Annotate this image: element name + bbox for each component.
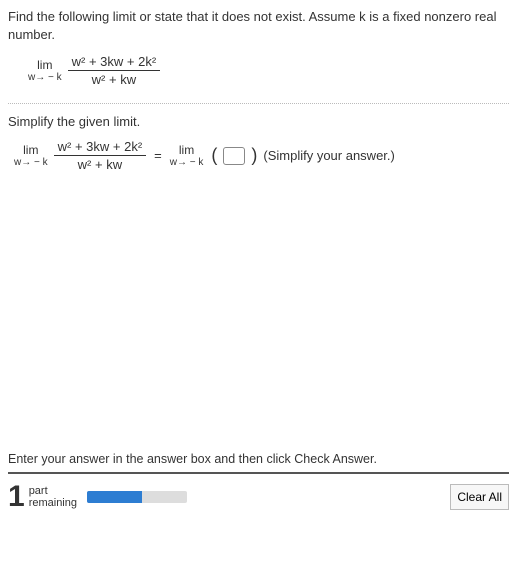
progress-bar <box>87 491 187 503</box>
lim-operator: lim w→ − k <box>28 58 62 83</box>
equals-sign: = <box>154 148 162 163</box>
lim-operator-left: lim w→ − k <box>14 143 48 168</box>
lim-approach: w→ − k <box>28 72 62 83</box>
numerator: w² + 3kw + 2k² <box>54 139 147 156</box>
footer-bar: 1 part remaining Clear All <box>8 472 509 514</box>
lim-label: lim <box>23 143 38 157</box>
part-label: part <box>29 485 77 497</box>
remaining-label: remaining <box>29 497 77 509</box>
paren-close: ) <box>251 145 257 166</box>
lim-approach: w→ − k <box>14 157 48 168</box>
lim-approach: w→ − k <box>170 157 204 168</box>
fraction-main: w² + 3kw + 2k² w² + kw <box>68 54 161 87</box>
part-count: 1 <box>8 480 25 514</box>
numerator: w² + 3kw + 2k² <box>68 54 161 71</box>
lim-label: lim <box>37 58 52 72</box>
simplify-label: Simplify the given limit. <box>8 114 509 129</box>
separator <box>8 103 509 104</box>
fraction-left: w² + 3kw + 2k² w² + kw <box>54 139 147 172</box>
equation-row: lim w→ − k w² + 3kw + 2k² w² + kw = lim … <box>14 139 509 172</box>
limit-expression-main: lim w→ − k w² + 3kw + 2k² w² + kw <box>28 54 160 87</box>
footer-instruction: Enter your answer in the answer box and … <box>8 452 509 466</box>
lim-operator-right: lim w→ − k <box>170 143 204 168</box>
progress-fill <box>87 491 142 503</box>
lim-label: lim <box>179 143 194 157</box>
simplify-hint: (Simplify your answer.) <box>263 148 394 163</box>
denominator: w² + kw <box>74 156 126 172</box>
paren-open: ( <box>211 145 217 166</box>
answer-input[interactable] <box>223 147 245 165</box>
problem-instruction: Find the following limit or state that i… <box>8 8 509 44</box>
clear-all-button[interactable]: Clear All <box>450 484 509 510</box>
denominator: w² + kw <box>88 71 140 87</box>
parts-remaining: 1 part remaining <box>8 480 77 514</box>
